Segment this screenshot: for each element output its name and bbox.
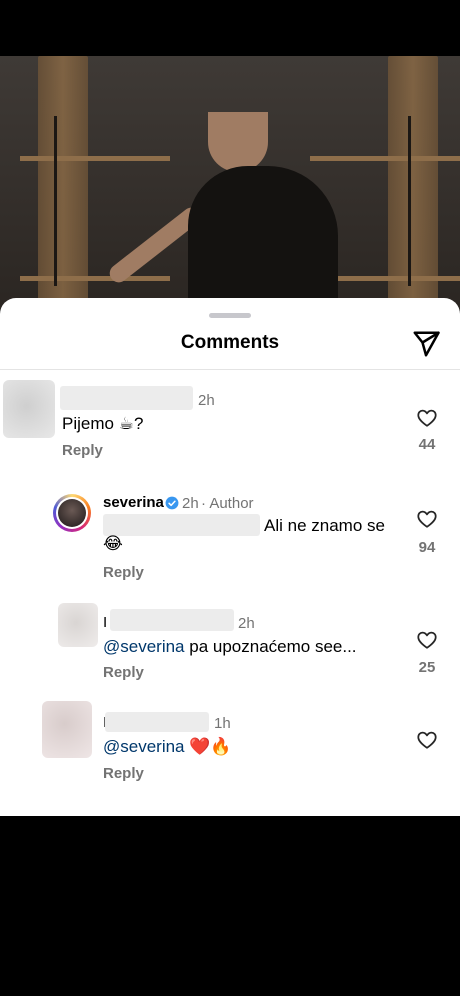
username-initial[interactable]: I — [103, 614, 107, 631]
reply-button[interactable]: Reply — [62, 442, 103, 459]
laughing-emoji: 😂 — [103, 534, 123, 554]
frame-bar — [330, 276, 460, 281]
username[interactable]: severina — [103, 494, 164, 511]
username-redacted[interactable] — [60, 386, 193, 410]
fire-emoji: 🔥 — [210, 737, 232, 757]
comment-time: 1h — [214, 715, 231, 732]
pilates-frame-left — [38, 56, 88, 310]
username-redacted[interactable] — [110, 609, 234, 631]
comment-text: @severina pa upoznaćemo see... — [103, 637, 357, 657]
reply-button[interactable]: Reply — [103, 664, 144, 681]
comment-time: 2h — [238, 615, 255, 632]
verified-badge-icon — [165, 496, 179, 510]
frame-bar — [20, 276, 170, 281]
divider — [0, 369, 460, 370]
mention-link[interactable]: @severina — [103, 737, 185, 756]
pilates-frame-right — [388, 56, 438, 310]
like-count[interactable]: 94 — [412, 539, 442, 556]
figure-head — [208, 112, 268, 172]
strap — [54, 116, 57, 286]
comment-text-main: pa upoznaćemo see... — [184, 637, 357, 656]
strap — [408, 116, 411, 286]
heart-outline-icon[interactable] — [416, 407, 438, 429]
mention-link[interactable]: @severina — [103, 637, 185, 656]
heart-outline-icon[interactable] — [416, 629, 438, 651]
coffee-emoji: ☕ — [118, 414, 134, 434]
avatar-photo — [58, 499, 86, 527]
author-tag: · Author — [201, 495, 254, 512]
drag-handle[interactable] — [209, 313, 251, 318]
avatar[interactable] — [3, 380, 55, 438]
reply-button[interactable]: Reply — [103, 765, 144, 782]
heart-outline-icon[interactable] — [416, 729, 438, 751]
comment-text: Ali ne znamo se — [264, 516, 385, 535]
avatar-ring — [56, 497, 88, 529]
post-photo — [0, 56, 460, 310]
comment-text-suffix: ? — [133, 414, 144, 433]
avatar[interactable] — [58, 603, 98, 647]
red-heart-emoji: ❤️ — [189, 737, 211, 757]
comment-item: 2h Pijemo ☕? Reply 44 — [0, 380, 460, 470]
comment-time: 2h — [198, 392, 215, 409]
avatar[interactable] — [53, 494, 91, 532]
like-count[interactable]: 44 — [412, 436, 442, 453]
like-count[interactable]: 25 — [412, 659, 442, 676]
comment-text: Pijemo ☕? — [62, 414, 143, 434]
comments-sheet: Comments 2h Pijemo ☕? Reply 44 severina … — [0, 298, 460, 816]
avatar[interactable] — [42, 701, 92, 758]
reply-button[interactable]: Reply — [103, 564, 144, 581]
mention-redacted — [103, 514, 260, 536]
send-icon[interactable] — [411, 329, 441, 359]
figure-body — [188, 166, 338, 310]
heart-outline-icon[interactable] — [416, 508, 438, 530]
comment-text: @severina ❤️🔥 — [103, 737, 232, 757]
comment-text-main: Pijemo — [62, 414, 114, 433]
comment-time: 2h — [182, 495, 199, 512]
frame-bar — [20, 156, 170, 161]
sheet-title: Comments — [180, 332, 280, 353]
post-image — [0, 0, 460, 310]
frame-bar — [310, 156, 460, 161]
username-redacted[interactable] — [105, 712, 209, 732]
